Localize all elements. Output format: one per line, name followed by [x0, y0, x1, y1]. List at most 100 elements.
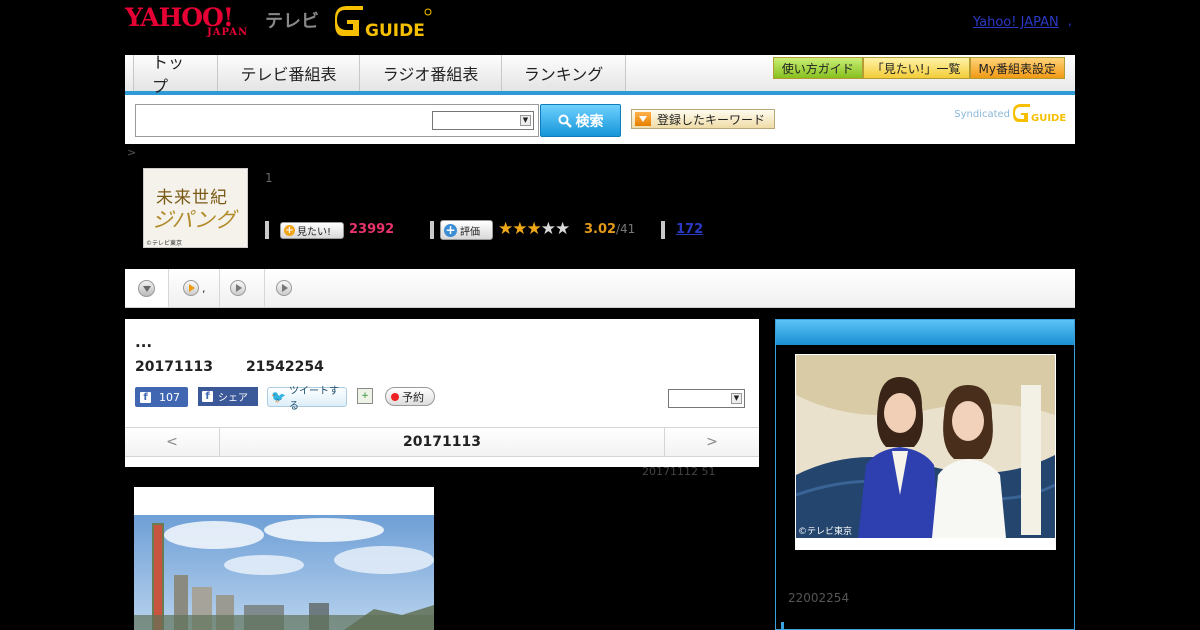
chevron-down-icon: ▼: [520, 115, 531, 126]
presenters-photo-image: [796, 355, 1055, 538]
star-empty-icon: ★: [540, 219, 556, 239]
current-date: 20171113: [403, 434, 481, 450]
program-thumb-copyright: ©テレビ東京: [146, 240, 183, 247]
episode-title: ...: [135, 333, 153, 351]
plus-icon: +: [444, 222, 457, 237]
mitai-button[interactable]: + 見たい!: [280, 222, 344, 239]
tweet-label: ツイートする: [288, 386, 339, 412]
search-button-label: 検索: [575, 113, 604, 130]
next-date-button[interactable]: >: [664, 428, 759, 456]
subtab-3[interactable]: [220, 269, 265, 307]
mitai-label: 見たい!: [297, 227, 332, 238]
tweet-button[interactable]: 🐦 ツイートする: [267, 386, 347, 412]
gguide-small-logo-text: GUIDE: [1031, 113, 1066, 124]
episode-date: 20171113: [135, 359, 213, 375]
record-icon: [391, 392, 399, 401]
registered-keywords-button[interactable]: 登録したキーワード: [631, 109, 775, 129]
episode-time: 21542254: [245, 359, 324, 375]
subtab-overview[interactable]: [125, 269, 169, 307]
mitai-list-button[interactable]: 「見たい!」一覧: [862, 57, 970, 79]
facebook-like-count: 107: [159, 390, 180, 404]
yahoo-japan-logo-text: JAPAN: [207, 27, 249, 38]
play-icon: [230, 280, 246, 296]
nav-tabs: トップ テレビ番組表 ラジオ番組表 ランキング: [133, 53, 626, 96]
program-thumbnail[interactable]: 未来世紀 ジパング ©テレビ東京: [143, 168, 248, 248]
reserve-button[interactable]: 予約: [385, 387, 435, 406]
program-thumb-subtitle: ジパング: [152, 208, 236, 232]
right-column-header: [776, 320, 1074, 345]
rating-value: 3.02: [584, 222, 617, 237]
date-navigation: < 20171113 >: [125, 427, 759, 457]
search-icon: [558, 114, 572, 128]
facebook-share-button[interactable]: f シェア: [198, 387, 258, 406]
nav-tab-top[interactable]: トップ: [133, 53, 218, 96]
play-icon: [276, 280, 292, 296]
clip-icon[interactable]: +: [357, 388, 373, 404]
mitai-count: 23992: [349, 222, 395, 237]
nav-tab-ranking[interactable]: ランキング: [502, 55, 626, 91]
right-column-text: 22002254: [788, 591, 850, 605]
review-count-link[interactable]: 172: [676, 222, 703, 237]
yahoo-japan-link[interactable]: Yahoo! JAPAN: [973, 15, 1059, 30]
divider: [430, 221, 434, 239]
plus-icon: +: [284, 225, 295, 236]
page: YAHOO! JAPAN テレビ GUIDE Yahoo! JAPAN , トッ…: [0, 0, 1200, 630]
presenters-photo-copyright: ©テレビ東京: [798, 527, 853, 537]
breadcrumb: >: [127, 146, 137, 159]
star-filled-icon: ★: [512, 219, 527, 239]
presenters-illustration: [796, 355, 1055, 538]
header-link-suffix: ,: [1068, 14, 1072, 28]
subtab-4[interactable]: [265, 269, 305, 307]
usage-guide-button[interactable]: 使い方ガイド: [772, 57, 863, 79]
dropdown-arrow-icon: [635, 112, 651, 126]
right-column: ©テレビ東京 22002254: [775, 319, 1075, 630]
subtab-label: ,: [202, 281, 206, 295]
facebook-like-button[interactable]: f 107: [135, 387, 188, 407]
nav-tab-tv-schedule[interactable]: テレビ番組表: [218, 55, 360, 91]
gguide-logo[interactable]: GUIDE: [335, 6, 435, 42]
prev-date-button[interactable]: <: [125, 428, 220, 456]
chevron-down-icon: ▼: [731, 393, 742, 404]
star-empty-icon: ★: [555, 219, 570, 239]
facebook-share-label: シェア: [218, 393, 248, 404]
divider: [661, 221, 665, 239]
facebook-icon: f: [140, 391, 151, 403]
rating-votes: /41: [616, 222, 636, 236]
chevron-down-icon: [138, 279, 155, 297]
nav-tab-radio-schedule[interactable]: ラジオ番組表: [360, 55, 502, 91]
search-bar: ▼ 検索 登録したキーワード Syndicated GUIDE: [125, 95, 1075, 144]
play-icon: [183, 280, 199, 296]
rate-label: 評価: [460, 226, 480, 238]
main-nav: トップ テレビ番組表 ラジオ番組表 ランキング 使い方ガイド 「見たい!」一覧 …: [125, 53, 1075, 96]
episode-select[interactable]: ▼: [668, 389, 745, 408]
nav-buttons: 使い方ガイド 「見たい!」一覧 My番組表設定: [772, 57, 1065, 79]
facebook-icon: f: [202, 391, 213, 402]
search-category-select[interactable]: ▼: [432, 111, 534, 130]
rate-button[interactable]: + 評価: [440, 220, 493, 240]
my-schedule-settings-button[interactable]: My番組表設定: [969, 57, 1065, 79]
star-filled-icon: ★: [498, 219, 513, 239]
episode-number: 1: [265, 171, 273, 185]
subtab-2[interactable]: ,: [169, 269, 220, 307]
program-subtabs: ,: [125, 269, 1075, 308]
reserve-label: 予約: [402, 390, 424, 404]
site-header: YAHOO! JAPAN テレビ GUIDE Yahoo! JAPAN ,: [125, 0, 1075, 55]
star-rating: ★★★★★: [498, 219, 570, 239]
episode-detail-panel: ... 20171113 21542254 f 107 f シェア 🐦 ツイートす…: [125, 319, 759, 467]
search-button[interactable]: 検索: [540, 104, 621, 137]
syndicated-gguide-logo: Syndicated GUIDE: [954, 104, 1067, 124]
tv-logo[interactable]: テレビ: [265, 7, 319, 33]
right-column-marker: [781, 622, 784, 630]
gguide-logo-text: GUIDE: [365, 21, 425, 41]
star-filled-icon: ★: [526, 219, 542, 239]
episode-datetime: 20171113 21542254: [135, 359, 357, 375]
divider: [265, 221, 269, 239]
gguide-small-logo: GUIDE: [1013, 104, 1066, 124]
registered-keywords-label: 登録したキーワード: [657, 112, 766, 127]
syndicated-label: Syndicated: [954, 108, 1010, 120]
episode-photo-image: [134, 515, 434, 630]
twitter-bird-icon: 🐦: [271, 390, 286, 404]
update-info: 20171112 51: [642, 465, 716, 478]
episode-photo: [134, 487, 434, 630]
presenters-photo: ©テレビ東京: [795, 354, 1056, 550]
